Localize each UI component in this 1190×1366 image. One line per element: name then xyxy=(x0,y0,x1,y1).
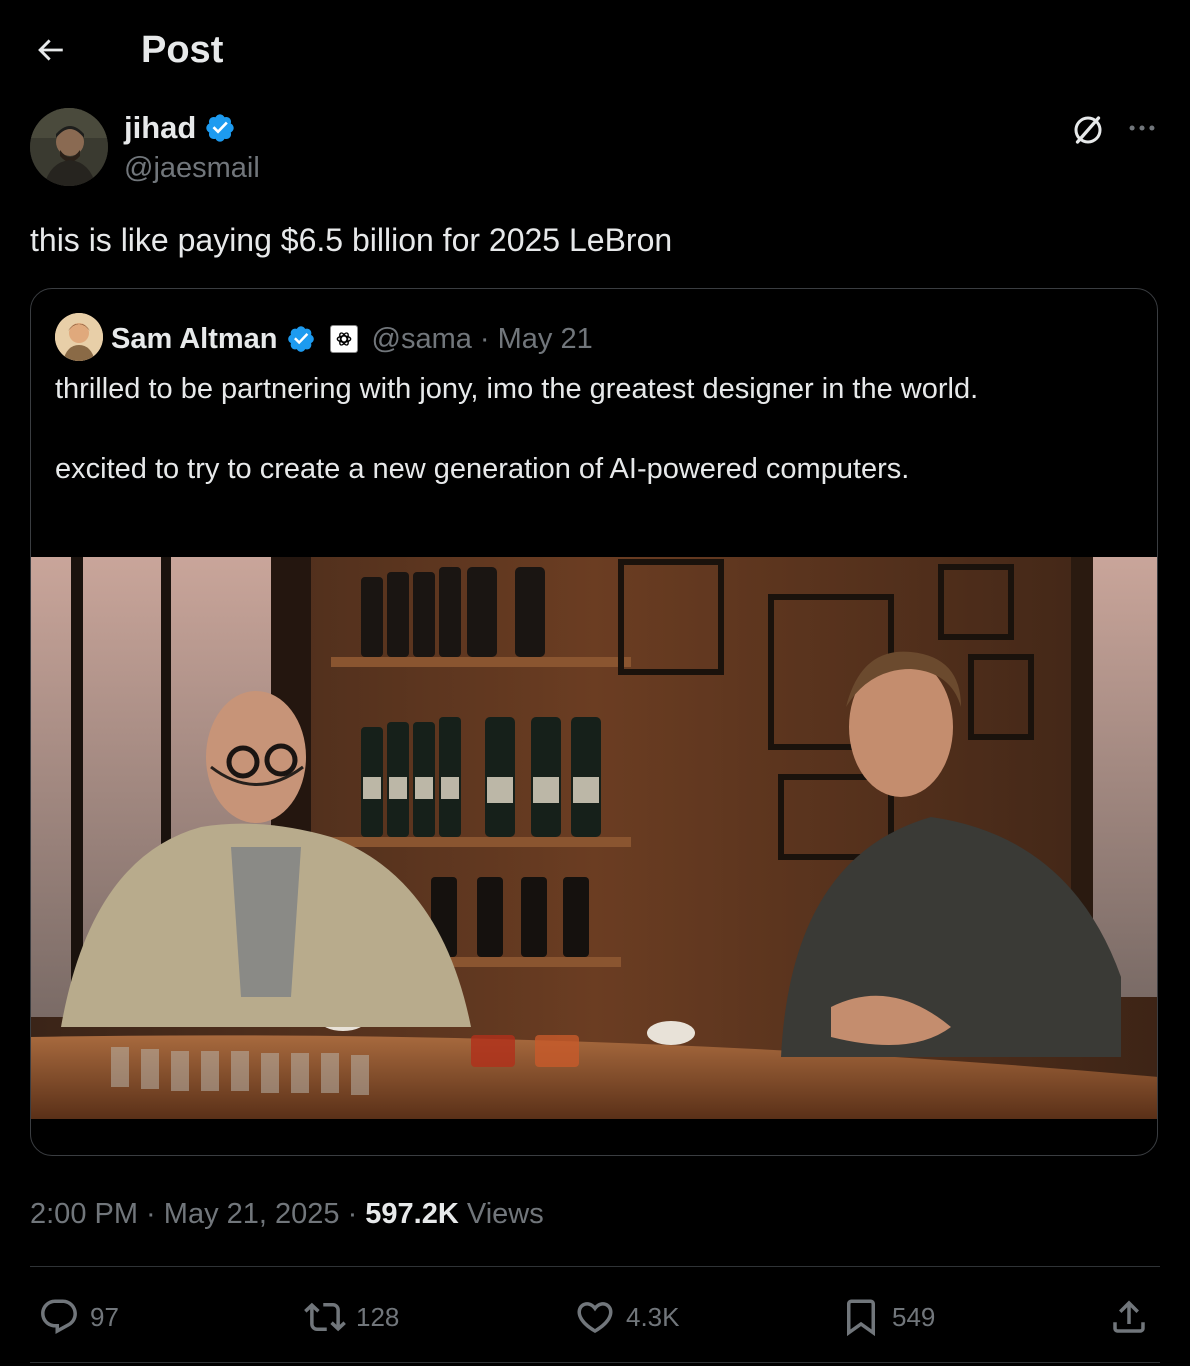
quote-author-name[interactable]: Sam Altman xyxy=(111,323,278,356)
post-meta: 2:00 PM · May 21, 2025 · 597.2K Views xyxy=(30,1194,544,1234)
quote-text-line: thrilled to be partnering with jony, imo… xyxy=(55,373,979,405)
repost-icon xyxy=(304,1302,346,1332)
author-name[interactable]: jihad xyxy=(124,108,236,148)
quote-handle[interactable]: @sama xyxy=(372,323,472,356)
meta-separator: · xyxy=(339,1198,366,1230)
divider xyxy=(30,1266,1160,1267)
reply-icon xyxy=(41,1299,77,1334)
more-horizontal-icon xyxy=(1129,125,1155,131)
grok-icon xyxy=(1074,116,1102,144)
repost-count: 128 xyxy=(356,1301,400,1332)
back-button[interactable] xyxy=(26,26,74,74)
bookmark-count: 549 xyxy=(892,1301,936,1332)
arrow-left-icon xyxy=(38,39,63,61)
views-count[interactable]: 597.2K xyxy=(365,1198,459,1230)
views-label: Views xyxy=(458,1198,544,1230)
share-button[interactable] xyxy=(1108,1294,1150,1340)
bookmark-icon xyxy=(847,1299,875,1337)
verified-badge-icon xyxy=(206,114,235,142)
post-date[interactable]: May 21, 2025 xyxy=(164,1198,340,1230)
share-icon xyxy=(1113,1300,1145,1333)
reply-button[interactable]: 97 xyxy=(38,1294,119,1340)
author-handle[interactable]: @jaesmail xyxy=(124,150,260,186)
repost-button[interactable]: 128 xyxy=(304,1294,399,1340)
post-time[interactable]: 2:00 PM xyxy=(30,1198,138,1230)
quote-date: · May 21 xyxy=(479,322,593,355)
like-button[interactable]: 4.3K xyxy=(574,1294,680,1340)
author-display-name: jihad xyxy=(124,110,197,145)
like-count: 4.3K xyxy=(626,1301,680,1332)
post-text: this is like paying $6.5 billion for 202… xyxy=(30,222,673,258)
quote-header: Sam Altman @sama · May 21 xyxy=(111,319,593,359)
avatar[interactable] xyxy=(30,108,108,186)
grok-button[interactable] xyxy=(1066,108,1110,152)
quote-media-image[interactable] xyxy=(31,557,1157,1119)
page-title: Post xyxy=(141,29,224,71)
quote-text-line: excited to try to create a new generatio… xyxy=(55,453,910,485)
quote-avatar[interactable] xyxy=(55,313,103,361)
bookmark-button[interactable]: 549 xyxy=(840,1294,935,1340)
openai-logo-icon[interactable] xyxy=(329,325,358,353)
heart-icon xyxy=(577,1302,613,1334)
reply-count: 97 xyxy=(90,1301,119,1332)
meta-separator: · xyxy=(138,1198,164,1230)
more-options-button[interactable] xyxy=(1120,108,1164,148)
verified-badge-icon xyxy=(287,326,314,352)
divider xyxy=(30,1362,1160,1363)
quoted-post[interactable]: Sam Altman @sama · May 21 thrilled to be… xyxy=(30,288,1158,1156)
